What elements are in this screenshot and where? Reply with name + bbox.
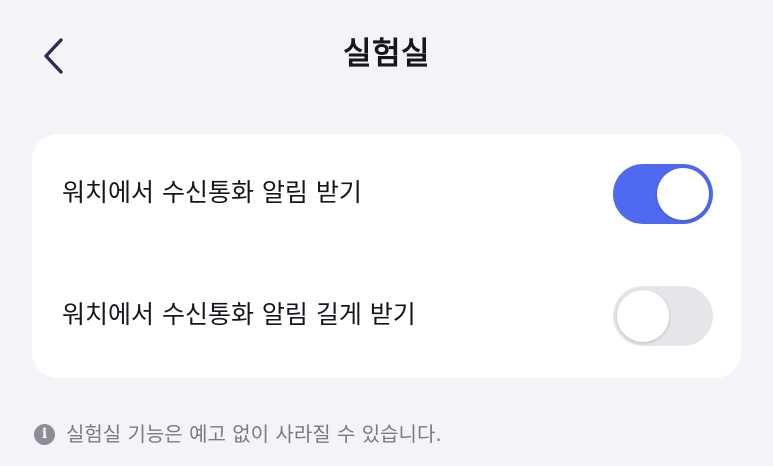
setting-row-watch-call-alert-long: 워치에서 수신통화 알림 길게 받기	[32, 256, 741, 378]
setting-row-watch-call-alert: 워치에서 수신통화 알림 받기	[32, 134, 741, 256]
page-title: 실험실	[342, 36, 431, 72]
toggle-knob	[617, 290, 669, 342]
header: 실험실	[0, 0, 773, 110]
setting-label: 워치에서 수신통화 알림 길게 받기	[62, 300, 416, 329]
watch-call-alert-toggle[interactable]	[613, 164, 713, 224]
info-icon: i	[34, 423, 55, 445]
settings-card: 워치에서 수신통화 알림 받기 워치에서 수신통화 알림 길게 받기	[32, 134, 741, 378]
toggle-knob	[657, 168, 709, 220]
watch-call-alert-long-toggle[interactable]	[613, 286, 713, 346]
footer-note: i 실험실 기능은 예고 없이 사라질 수 있습니다.	[34, 418, 442, 450]
setting-label: 워치에서 수신통화 알림 받기	[62, 178, 362, 207]
footer-note-text: 실험실 기능은 예고 없이 사라질 수 있습니다.	[66, 422, 442, 446]
